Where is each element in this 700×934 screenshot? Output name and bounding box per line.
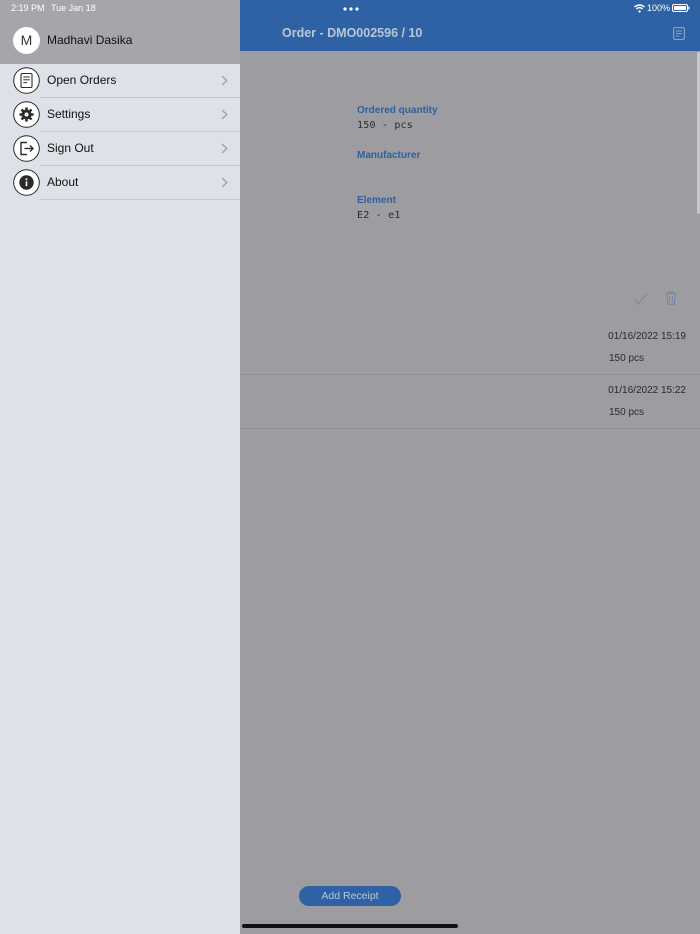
gear-icon xyxy=(13,101,40,128)
menu-item-label: About xyxy=(47,175,79,189)
receipt-quantity: 150 pcs xyxy=(609,407,645,418)
page-title: Order - DMO002596 / 10 xyxy=(282,26,423,40)
checkmark-icon[interactable] xyxy=(633,292,648,305)
multitasking-dots-icon[interactable] xyxy=(343,7,359,11)
document-icon xyxy=(13,67,40,94)
user-name: Madhavi Dasika xyxy=(47,33,133,47)
avatar: M xyxy=(13,27,40,54)
battery-percentage: 100% xyxy=(647,3,671,13)
info-icon xyxy=(13,169,40,196)
element-value: E2 - e1 xyxy=(357,210,401,221)
add-receipt-button[interactable]: Add Receipt xyxy=(299,886,401,906)
ordered-quantity-value: 150 - pcs xyxy=(357,120,413,131)
battery-icon xyxy=(672,4,690,12)
manufacturer-label: Manufacturer xyxy=(357,150,421,161)
menu-item-settings[interactable]: Settings xyxy=(0,98,240,132)
wifi-icon xyxy=(634,4,645,13)
chevron-right-icon xyxy=(221,75,228,86)
chevron-right-icon xyxy=(221,109,228,120)
drawer-header: 2:19 PM Tue Jan 18 M Madhavi Dasika xyxy=(0,0,240,64)
menu-item-label: Settings xyxy=(47,107,91,121)
receipt-date: 01/16/2022 15:22 xyxy=(608,385,686,396)
element-label: Element xyxy=(357,195,396,206)
home-indicator xyxy=(242,924,458,928)
receipt-quantity: 150 pcs xyxy=(609,353,645,364)
trash-icon[interactable] xyxy=(665,291,677,305)
document-icon[interactable] xyxy=(673,27,685,40)
status-time: 2:19 PM xyxy=(11,3,45,13)
sign-out-icon xyxy=(13,135,40,162)
menu-item-sign-out[interactable]: Sign Out xyxy=(0,132,240,166)
ordered-quantity-label: Ordered quantity xyxy=(357,105,438,116)
receipt-row[interactable]: 01/16/2022 15:19 150 pcs xyxy=(240,321,700,375)
receipt-row[interactable]: 01/16/2022 15:22 150 pcs xyxy=(240,375,700,429)
chevron-right-icon xyxy=(221,177,228,188)
receipt-date: 01/16/2022 15:19 xyxy=(608,331,686,342)
side-drawer: 2:19 PM Tue Jan 18 M Madhavi Dasika Open… xyxy=(0,0,240,934)
status-date: Tue Jan 18 xyxy=(51,3,96,13)
menu-item-label: Sign Out xyxy=(47,141,94,155)
menu-item-label: Open Orders xyxy=(47,73,117,87)
menu-item-about[interactable]: About xyxy=(0,166,240,200)
divider xyxy=(40,199,240,200)
menu-item-open-orders[interactable]: Open Orders xyxy=(0,64,240,98)
chevron-right-icon xyxy=(221,143,228,154)
